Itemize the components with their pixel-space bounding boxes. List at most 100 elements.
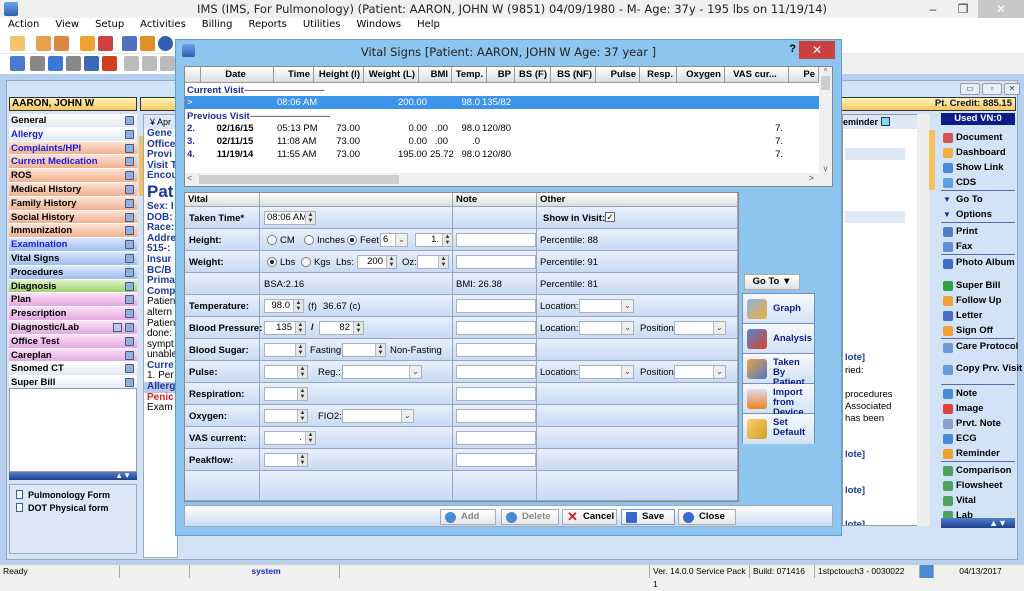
grid-column-header[interactable]: BP bbox=[487, 67, 515, 82]
note-input[interactable] bbox=[456, 321, 536, 335]
weight-oz-input[interactable]: ▲ ▼ bbox=[417, 255, 449, 269]
pulse-reg-select[interactable]: ⌄ bbox=[342, 365, 422, 379]
nav-item-general[interactable]: General bbox=[9, 114, 137, 128]
height-inches-input[interactable]: 1. ▲ ▼ bbox=[415, 233, 453, 247]
grid-horizontal-scrollbar[interactable]: < > bbox=[185, 173, 832, 186]
chevron-down-icon[interactable]: ⌄ bbox=[621, 322, 633, 334]
open-section-icon[interactable] bbox=[125, 309, 134, 319]
nav-item-plan[interactable]: Plan bbox=[9, 293, 137, 308]
right-splitter-handle[interactable] bbox=[929, 130, 935, 190]
first-record-icon[interactable] bbox=[124, 56, 139, 71]
taken-by-patient-button[interactable]: Taken By Patient bbox=[743, 354, 814, 388]
spinner-arrows[interactable]: ▲ ▼ bbox=[293, 300, 303, 312]
tool-photo-album[interactable]: Photo Album bbox=[941, 256, 1015, 278]
nav-item-snomed-ct[interactable]: Snomed CT bbox=[9, 362, 137, 377]
pulse-position-select[interactable]: ⌄ bbox=[674, 365, 726, 379]
pulse-location-select[interactable]: ⌄ bbox=[579, 365, 634, 379]
vas-current-input[interactable]: . ▲ ▼ bbox=[264, 431, 316, 445]
bs-nonfasting-input[interactable]: ▲ ▼ bbox=[342, 343, 386, 357]
tool-reminder[interactable]: Reminder bbox=[941, 446, 1015, 461]
spinner-arrows[interactable]: ▲ ▼ bbox=[353, 322, 363, 334]
set-default-button[interactable]: Set Default bbox=[743, 414, 814, 444]
bp-location-select[interactable]: ⌄ bbox=[579, 321, 634, 335]
tool-options[interactable]: ▼ Options bbox=[941, 207, 1015, 222]
tool-ecg[interactable]: ECG bbox=[941, 431, 1015, 446]
grid-column-header[interactable]: Pulse bbox=[596, 67, 640, 82]
cancel-button[interactable]: ✕ Cancel bbox=[562, 509, 617, 525]
nav-item-diagnostic-lab[interactable]: Diagnostic/Lab bbox=[9, 320, 137, 335]
goto-dropdown-button[interactable]: Go To ▼ bbox=[744, 274, 800, 290]
save-button[interactable]: Save bbox=[621, 509, 675, 525]
open-section-icon[interactable] bbox=[125, 171, 134, 181]
tool-dashboard[interactable]: Dashboard bbox=[941, 145, 1015, 160]
tool-print[interactable]: Print bbox=[941, 224, 1015, 239]
spinner-arrows[interactable]: ▲ ▼ bbox=[297, 366, 307, 378]
spinner-arrows[interactable]: ▲ ▼ bbox=[305, 212, 315, 224]
open-section-icon[interactable] bbox=[125, 184, 134, 194]
form-dot-physical[interactable]: DOT Physical form bbox=[10, 502, 136, 515]
next-record-icon[interactable] bbox=[160, 56, 175, 71]
note-input[interactable] bbox=[456, 255, 536, 269]
menu-setup[interactable]: Setup bbox=[87, 18, 132, 32]
notes-icon[interactable] bbox=[98, 36, 113, 51]
grid-column-header[interactable]: Pe bbox=[789, 67, 819, 82]
grid-column-header[interactable]: Oxygen bbox=[677, 67, 725, 82]
open-section-icon[interactable] bbox=[125, 226, 134, 236]
form-pulmonology[interactable]: Pulmonology Form bbox=[10, 489, 136, 502]
spinner-arrows[interactable]: ▲ ▼ bbox=[375, 344, 385, 356]
open-section-icon[interactable] bbox=[125, 336, 134, 346]
bs-fasting-input[interactable]: ▲ ▼ bbox=[264, 343, 306, 357]
tool-vital[interactable]: Vital bbox=[941, 493, 1015, 508]
grid-vertical-scrollbar[interactable]: ^ v bbox=[819, 67, 832, 173]
nav-item-allergy[interactable]: Allergy bbox=[9, 127, 137, 142]
tool-sign-off[interactable]: Sign Off bbox=[941, 323, 1015, 338]
tool-document[interactable]: Document bbox=[941, 130, 1015, 145]
note-input[interactable] bbox=[456, 343, 536, 357]
nav-item-immunization[interactable]: Immunization bbox=[9, 224, 137, 239]
lab-results-icon[interactable] bbox=[113, 322, 122, 332]
nav-scroll-arrows[interactable]: ▲▼ bbox=[9, 472, 137, 480]
add-icon[interactable] bbox=[30, 56, 45, 71]
show-in-visit-checkbox[interactable]: ✓ bbox=[605, 212, 615, 222]
nav-item-careplan[interactable]: Careplan bbox=[9, 348, 137, 363]
tool-letter[interactable]: Letter bbox=[941, 308, 1015, 323]
radio-lbs[interactable] bbox=[267, 257, 277, 267]
open-section-icon[interactable] bbox=[125, 378, 134, 388]
tool-super-bill[interactable]: Super Bill bbox=[941, 278, 1015, 293]
heart-icon[interactable] bbox=[102, 56, 117, 71]
nav-item-ros[interactable]: ROS bbox=[9, 169, 137, 183]
open-section-icon[interactable] bbox=[125, 364, 134, 374]
grid-column-header[interactable]: BS (F) bbox=[515, 67, 551, 82]
grid-row-previous[interactable]: 2. 02/16/15 05:13 PM 73.00 0.00 .00 98.0 120/80… bbox=[185, 122, 819, 135]
chevron-down-icon[interactable]: ⌄ bbox=[621, 300, 633, 312]
tool-go-to[interactable]: ▼ Go To bbox=[941, 192, 1015, 207]
remove-icon[interactable] bbox=[66, 56, 81, 71]
prev-record-icon[interactable] bbox=[142, 56, 157, 71]
grid-column-header[interactable]: BS (NF) bbox=[551, 67, 596, 82]
tool-prvt-note[interactable]: Prvt. Note bbox=[941, 416, 1015, 431]
sync-icon[interactable] bbox=[84, 56, 99, 71]
graph-button[interactable]: Graph bbox=[743, 294, 814, 324]
open-section-icon[interactable] bbox=[125, 116, 134, 125]
open-section-icon[interactable] bbox=[125, 322, 134, 332]
open-section-icon[interactable] bbox=[125, 143, 134, 153]
open-section-icon[interactable] bbox=[125, 281, 134, 291]
open-section-icon[interactable] bbox=[125, 157, 134, 167]
note-input[interactable] bbox=[456, 387, 536, 401]
chevron-down-icon[interactable]: ⌄ bbox=[401, 410, 413, 422]
nav-item-office-test[interactable]: Office Test bbox=[9, 334, 137, 349]
help-button[interactable]: ? bbox=[789, 43, 796, 55]
bp-diastolic-input[interactable]: 82 ▲ ▼ bbox=[319, 321, 364, 335]
open-section-icon[interactable] bbox=[125, 295, 134, 305]
note-input[interactable] bbox=[456, 365, 536, 379]
rx-icon[interactable] bbox=[122, 36, 137, 51]
spinner-arrows[interactable]: ▲ ▼ bbox=[305, 432, 315, 444]
nav-item-diagnosis[interactable]: Diagnosis bbox=[9, 279, 137, 294]
reminder-checkbox[interactable] bbox=[880, 117, 890, 126]
radio-kgs[interactable] bbox=[301, 257, 311, 267]
add-button[interactable]: Add bbox=[440, 509, 496, 525]
respiration-input[interactable]: ▲ ▼ bbox=[264, 387, 308, 401]
menu-activities[interactable]: Activities bbox=[132, 18, 194, 32]
chevron-down-icon[interactable]: ⌄ bbox=[409, 366, 421, 378]
open-section-icon[interactable] bbox=[125, 253, 134, 263]
